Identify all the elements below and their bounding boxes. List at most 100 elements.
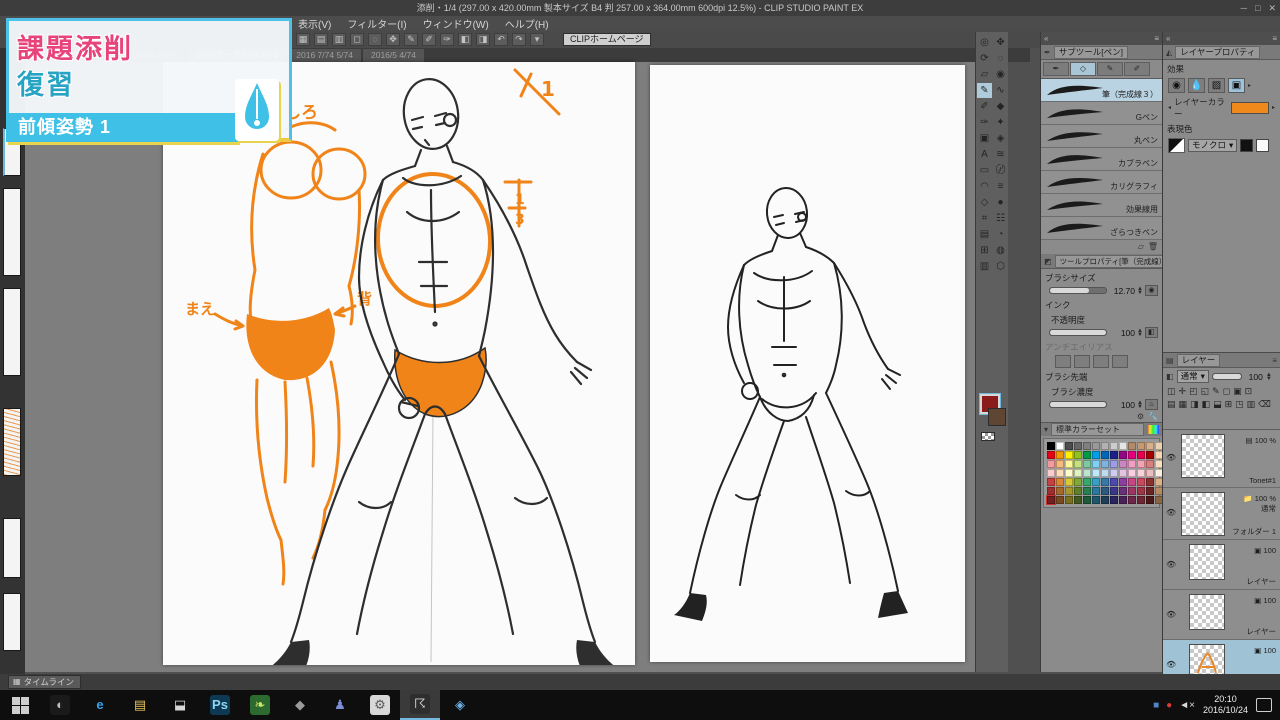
menu-item-2[interactable]: ウィンドウ(W)	[423, 16, 489, 31]
brush-item-4[interactable]: カリグラフィ	[1041, 171, 1162, 194]
color-swatch-3-8[interactable]	[1119, 469, 1127, 477]
color-swatch-5-7[interactable]	[1110, 487, 1118, 495]
brush-size-slider[interactable]	[1049, 287, 1107, 294]
toolbar-icon-4[interactable]: ◌	[368, 33, 382, 46]
color-swatch-0-5[interactable]	[1092, 442, 1100, 450]
layer-visibility-eye-icon[interactable]: 👁	[1166, 453, 1176, 462]
color-swatch-6-8[interactable]	[1119, 496, 1127, 504]
color-swatch-4-10[interactable]	[1137, 478, 1145, 486]
toolbar-icon-11[interactable]: ↶	[494, 33, 508, 46]
brush-item-2[interactable]: 丸ペン	[1041, 125, 1162, 148]
toolbar-icon-13[interactable]: ▾	[530, 33, 544, 46]
color-swatch-5-11[interactable]	[1146, 487, 1154, 495]
toolbar-icon-8[interactable]: ✑	[440, 33, 454, 46]
rainbow-palette-icon[interactable]	[1147, 425, 1159, 434]
color-swatch-5-9[interactable]	[1128, 487, 1136, 495]
background-color-swatch[interactable]	[988, 408, 1006, 426]
layers-panel-title[interactable]: レイヤー	[1177, 354, 1221, 367]
gray-app-taskbar-icon[interactable]: ◆	[280, 690, 320, 720]
color-swatch-2-8[interactable]	[1119, 460, 1127, 468]
color-swatch-5-8[interactable]	[1119, 487, 1127, 495]
layer-row-3[interactable]: 👁▣ 100レイヤー	[1163, 590, 1280, 640]
layer-tool-icon-b4[interactable]: ⬓	[1213, 399, 1222, 410]
color-swatch-2-5[interactable]	[1092, 460, 1100, 468]
photoshop-taskbar-icon[interactable]: Ps	[200, 690, 240, 720]
color-swatch-3-6[interactable]	[1101, 469, 1109, 477]
opacity-value[interactable]: 100	[1109, 328, 1135, 338]
layer-opacity-slider[interactable]	[1212, 373, 1242, 380]
layer-color-effect-icon[interactable]: ▣	[1228, 78, 1245, 93]
color-swatch-1-8[interactable]	[1119, 451, 1127, 459]
layer-thumbnail[interactable]	[1181, 492, 1225, 536]
tool-icon-18[interactable]: ◠	[977, 179, 992, 194]
color-swatch-5-1[interactable]	[1056, 487, 1064, 495]
layer-tool-icon-a5[interactable]: ◻	[1223, 386, 1230, 397]
layer-tool-icon-b8[interactable]: ⌫	[1258, 399, 1271, 410]
document-tab-4[interactable]: 2016/5 4/74	[363, 49, 424, 62]
subtool-tab-marker-icon[interactable]: ✎	[1097, 62, 1123, 76]
task-view-taskbar-icon[interactable]: ◐	[40, 690, 80, 720]
page-thumbnail-4[interactable]	[3, 518, 21, 578]
aa-middle-button[interactable]	[1093, 355, 1109, 368]
brush-size-value[interactable]: 12.70	[1109, 286, 1135, 296]
brush-item-6[interactable]: ざらつきペン	[1041, 217, 1162, 240]
layer-tool-icon-b3[interactable]: ◧	[1202, 399, 1211, 410]
tool-icon-13[interactable]: ◈	[993, 131, 1008, 146]
layer-thumbnail[interactable]	[1189, 594, 1225, 630]
color-swatch-0-7[interactable]	[1110, 442, 1118, 450]
delete-subtool-icon[interactable]: 🗑	[1148, 242, 1158, 251]
color-swatch-2-1[interactable]	[1056, 460, 1064, 468]
minimize-icon[interactable]: ─	[1241, 0, 1247, 16]
layer-visibility-eye-icon[interactable]: 👁	[1166, 610, 1176, 619]
toolbar-icon-1[interactable]: ▤	[314, 33, 328, 46]
color-swatch-0-9[interactable]	[1128, 442, 1136, 450]
color-swatch-2-9[interactable]	[1128, 460, 1136, 468]
page-thumbnail-5[interactable]	[3, 593, 21, 651]
color-swatch-1-1[interactable]	[1056, 451, 1064, 459]
toolbar-icon-2[interactable]: ▥	[332, 33, 346, 46]
tool-icon-27[interactable]: ◍	[993, 243, 1008, 258]
tone-effect-icon[interactable]: 💧	[1188, 78, 1205, 93]
tool-icon-12[interactable]: ▣	[977, 131, 992, 146]
color-swatch-3-10[interactable]	[1137, 469, 1145, 477]
layer-tool-icon-a4[interactable]: ✎	[1212, 386, 1220, 397]
layer-row-2[interactable]: 👁▣ 100レイヤー	[1163, 540, 1280, 590]
color-swatch-3-11[interactable]	[1146, 469, 1154, 477]
tool-icon-29[interactable]: ⬡	[993, 259, 1008, 274]
color-swatch-0-10[interactable]	[1137, 442, 1145, 450]
color-swatch-4-0[interactable]	[1047, 478, 1055, 486]
color-swatch-6-9[interactable]	[1128, 496, 1136, 504]
volume-tray-icon[interactable]: ◄×	[1179, 700, 1195, 711]
color-swatch-0-0[interactable]	[1047, 442, 1055, 450]
tool-icon-17[interactable]: 〄	[993, 163, 1008, 178]
toolbar-icon-3[interactable]: ◻	[350, 33, 364, 46]
toolbar-icon-12[interactable]: ↷	[512, 33, 526, 46]
color-swatch-1-11[interactable]	[1146, 451, 1154, 459]
extract-line-icon[interactable]: ▨	[1208, 78, 1225, 93]
layer-opacity-value[interactable]: 100	[1245, 372, 1263, 382]
tool-icon-7[interactable]: ∿	[993, 83, 1008, 98]
color-swatch-0-4[interactable]	[1083, 442, 1091, 450]
toolbar-icon-10[interactable]: ◨	[476, 33, 490, 46]
tool-icon-28[interactable]: ▥	[977, 259, 992, 274]
color-swatch-1-4[interactable]	[1083, 451, 1091, 459]
white-swatch[interactable]	[1256, 139, 1269, 152]
color-swatch-5-6[interactable]	[1101, 487, 1109, 495]
layer-tool-icon-b5[interactable]: ⊞	[1225, 399, 1233, 410]
color-swatch-4-9[interactable]	[1128, 478, 1136, 486]
tool-property-title[interactable]: ツールプロパティ[筆（完成線）]	[1055, 255, 1170, 268]
subtool-tab-mark-icon[interactable]: ✐	[1124, 62, 1150, 76]
color-swatch-3-5[interactable]	[1092, 469, 1100, 477]
layer-tool-icon-a3[interactable]: ◱	[1201, 386, 1210, 397]
color-swatch-4-11[interactable]	[1146, 478, 1154, 486]
color-swatch-0-8[interactable]	[1119, 442, 1127, 450]
color-swatch-4-5[interactable]	[1092, 478, 1100, 486]
color-swatch-1-3[interactable]	[1074, 451, 1082, 459]
canvas-page-left[interactable]: うしろ まえ 背 1 1 3	[163, 62, 635, 665]
paint-app-taskbar-icon[interactable]: ❧	[240, 690, 280, 720]
menu-item-0[interactable]: 表示(V)	[298, 16, 331, 31]
color-swatch-4-8[interactable]	[1119, 478, 1127, 486]
toolbar-icon-9[interactable]: ◧	[458, 33, 472, 46]
color-swatch-5-0[interactable]	[1047, 487, 1055, 495]
color-swatch-2-0[interactable]	[1047, 460, 1055, 468]
